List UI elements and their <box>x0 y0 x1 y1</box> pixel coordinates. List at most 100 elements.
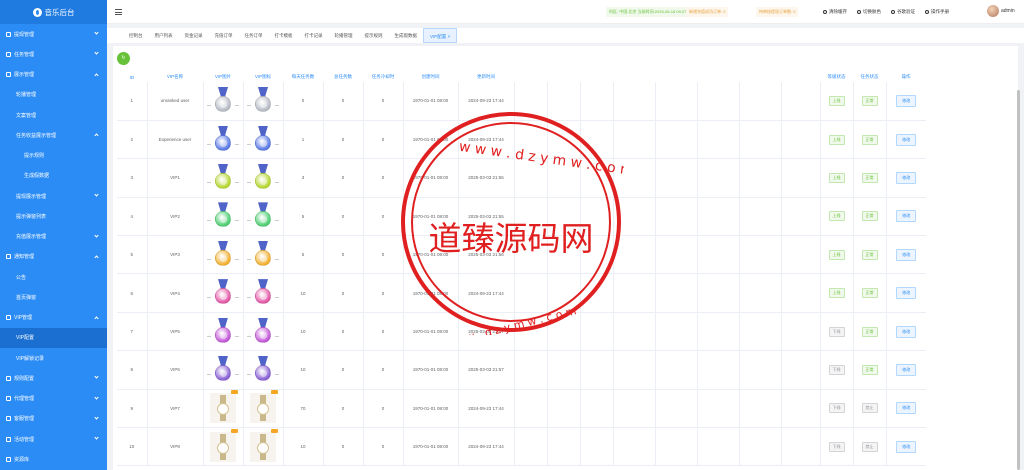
empty-cell <box>696 350 739 390</box>
edit-button[interactable]: 修改 <box>896 248 917 261</box>
sidebar-item[interactable]: 提现管理 <box>0 24 107 44</box>
empty-cell <box>654 273 697 313</box>
empty-cell <box>738 82 781 121</box>
edit-button[interactable]: 修改 <box>896 171 917 184</box>
medal-dash <box>207 258 211 260</box>
sidebar-item[interactable]: 活动管理 <box>0 429 107 449</box>
empty-cell <box>579 312 613 352</box>
vip-medal-icon <box>247 163 279 192</box>
table-cell <box>202 82 243 121</box>
switch-skin-button[interactable]: 切换肤色 <box>857 7 881 17</box>
level-status-tag: 上线 <box>828 211 845 222</box>
edit-button[interactable]: 修改 <box>896 402 917 415</box>
table-cell <box>242 82 283 121</box>
medal-dash <box>207 297 211 299</box>
tab-item[interactable]: 用户列表 <box>149 28 179 43</box>
menu-icon <box>6 436 11 442</box>
sidebar-item[interactable]: 公告 <box>0 267 107 287</box>
sidebar-item[interactable]: 客服管理 <box>0 409 107 429</box>
column-header: 创建时间 <box>421 74 440 79</box>
edit-button[interactable]: 修改 <box>896 94 917 107</box>
table-cell: 8 <box>117 350 147 390</box>
tab-item[interactable]: 提示规则 <box>359 28 389 43</box>
recharge-order-badge[interactable]: 新增充值成功订单: 0 <box>686 7 729 17</box>
medal-coin <box>255 172 271 189</box>
column-header: 更新时间 <box>477 74 495 79</box>
google-auth-button[interactable]: 谷歌验证 <box>891 7 915 17</box>
tab-item[interactable]: 打卡记录 <box>299 28 329 43</box>
sidebar-item[interactable]: 资源库 <box>0 449 107 469</box>
medal-dash <box>235 373 239 375</box>
edit-button[interactable]: 修改 <box>896 210 917 223</box>
tab-item[interactable]: 控制台 <box>123 28 149 43</box>
sidebar-item[interactable]: 提现展示管理 <box>0 186 107 206</box>
vip-medal-icon <box>247 240 279 269</box>
table-cell: 0 <box>322 82 363 121</box>
table-cell: 1 <box>282 120 323 160</box>
sidebar-item[interactable]: 文案管理 <box>0 105 107 125</box>
edit-button[interactable]: 修改 <box>896 363 917 376</box>
sidebar-item[interactable]: 轮播管理 <box>0 85 107 105</box>
table-cell: 2025-03-03 21:57 <box>457 350 514 390</box>
medal-dash <box>207 220 211 222</box>
manual-button[interactable]: 操作手册 <box>925 7 949 17</box>
sidebar-item[interactable]: VIP管理 <box>0 308 107 328</box>
level-status-cell: 上线 <box>819 197 853 237</box>
sidebar-item[interactable]: 充值展示管理 <box>0 227 107 247</box>
sidebar-item-label: 文案管理 <box>16 112 37 119</box>
tab-item[interactable]: 生成假数据 <box>389 28 424 43</box>
edit-button[interactable]: 修改 <box>896 133 917 146</box>
tab-item[interactable]: 充值订单 <box>209 28 239 43</box>
tab-item[interactable]: 任务订单 <box>239 28 269 43</box>
column-header <box>514 72 547 82</box>
table-cell: VIP6 <box>146 350 203 390</box>
task-status-cell: 正常 <box>852 312 886 352</box>
empty-cell <box>780 273 820 313</box>
empty-cell <box>780 158 820 198</box>
edit-button[interactable]: 修改 <box>896 440 917 453</box>
sidebar-item-label: 规则配置 <box>14 375 35 382</box>
tab-item[interactable]: 打卡模板 <box>269 28 299 43</box>
sidebar-item[interactable]: 提示弹窗列表 <box>0 206 107 226</box>
task-status-cell: 正常 <box>852 82 886 121</box>
column-header: 任务状态 <box>860 74 879 79</box>
empty-cell <box>513 312 547 352</box>
sidebar-item[interactable]: 代理管理 <box>0 389 107 409</box>
sidebar-item[interactable]: 任务收益展示管理 <box>0 125 107 145</box>
edit-button[interactable]: 修改 <box>896 325 917 338</box>
sidebar-item[interactable]: VIP解锁记录 <box>0 348 107 368</box>
medal-coin <box>215 211 231 228</box>
watch-face <box>217 441 229 454</box>
tab-item[interactable]: VIP配置 × <box>423 28 458 43</box>
tab-item[interactable]: 资金记录 <box>179 28 209 43</box>
refresh-button[interactable]: ↻ <box>117 52 130 65</box>
empty-cell <box>738 389 781 429</box>
tab-item[interactable]: 轮播管理 <box>329 28 359 43</box>
sidebar-item[interactable]: 任务管理 <box>0 44 107 64</box>
empty-cell <box>696 273 739 313</box>
table-cell: 5 <box>282 235 323 275</box>
sidebar-item[interactable]: 提示规则 <box>0 146 107 166</box>
withdraw-order-badge[interactable]: 待审核提现订单数: 0 <box>756 7 799 17</box>
sidebar-item[interactable]: 生成假数据 <box>0 166 107 186</box>
empty-cell <box>546 427 580 467</box>
empty-cell <box>546 235 580 275</box>
sidebar-item-label: 资源库 <box>14 456 30 463</box>
menu-toggle-icon[interactable] <box>115 9 122 15</box>
sidebar-item[interactable]: 展示管理 <box>0 65 107 85</box>
table-cell: 2025-03-03 21:57 <box>457 312 514 352</box>
sidebar-item[interactable]: VIP配置 <box>0 327 107 348</box>
user-menu[interactable]: admin <box>987 5 1015 17</box>
sidebar-item[interactable]: 通知管理 <box>0 247 107 267</box>
table-cell: 10 <box>282 427 323 467</box>
empty-cell <box>780 82 820 121</box>
medal-dash <box>275 297 279 299</box>
table-cell <box>202 120 243 160</box>
sidebar-item[interactable]: 规则配置 <box>0 368 107 388</box>
empty-cell <box>579 197 613 237</box>
medal-dash <box>207 143 211 145</box>
clear-cache-button[interactable]: 清除缓存 <box>823 7 847 17</box>
edit-button[interactable]: 修改 <box>896 287 917 300</box>
vertical-scrollbar[interactable] <box>1017 90 1020 470</box>
sidebar-item[interactable]: 首页弹窗 <box>0 287 107 307</box>
